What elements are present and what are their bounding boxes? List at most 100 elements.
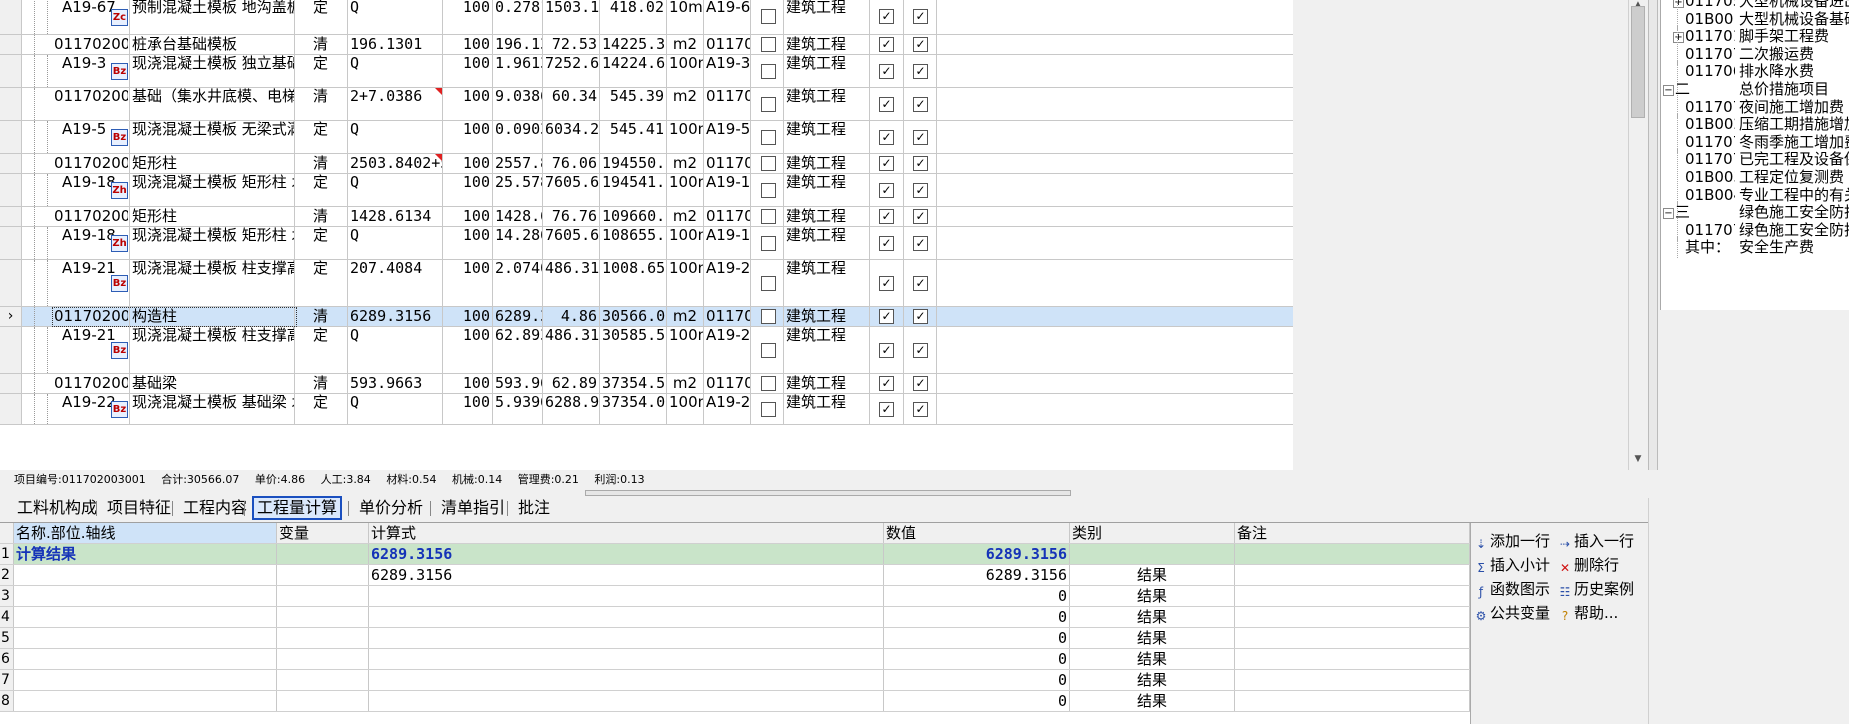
include-checkbox-checked[interactable]: ✓ (879, 309, 894, 324)
calc-cell-name[interactable] (14, 586, 277, 606)
include-checkbox-checked[interactable]: ✓ (879, 182, 894, 198)
calc-cell-cat[interactable]: 结果 (1070, 607, 1235, 627)
tool-help-button[interactable]: ? 帮助... (1558, 602, 1644, 624)
calc-row[interactable]: 6 0 结果 (0, 649, 1470, 670)
output-checkbox-checked[interactable]: ✓ (913, 275, 928, 291)
row-checkbox[interactable] (761, 37, 776, 52)
calc-cell-name[interactable] (14, 649, 277, 669)
tool-function-button[interactable]: ƒ 函数图示 (1474, 578, 1556, 600)
include-checkbox-checked[interactable]: ✓ (879, 129, 894, 145)
row-checkbox[interactable] (761, 96, 776, 112)
quota-item-row[interactable]: A19-3Bz现浇混凝土模板 独立基础 木模板木支撑定Q1001.9613725… (0, 55, 1293, 88)
quota-item-row[interactable]: A19-21Bz现浇混凝土模板 柱支撑高度超过3.6m 每超过1m 钢支撑定20… (0, 260, 1293, 307)
row-checkbox[interactable] (761, 209, 776, 224)
quota-item-row[interactable]: A19-21Bz现浇混凝土模板 柱支撑高度超过3.6m 每超过1m 钢支撑定Q1… (0, 327, 1293, 374)
quota-item-row[interactable]: A19-18Zh现浇混凝土模板 矩形柱 木模板 钢支撑定Q10025.57876… (0, 174, 1293, 207)
output-checkbox-checked[interactable]: ✓ (913, 37, 928, 52)
output-checkbox-checked[interactable]: ✓ (913, 156, 928, 171)
calc-cell-value[interactable]: 0 (884, 628, 1070, 648)
calc-cell-expr[interactable] (369, 607, 884, 627)
output-checkbox-checked[interactable]: ✓ (913, 309, 928, 324)
calc-cell-name[interactable] (14, 670, 277, 690)
tool-delete-row-button[interactable]: ✕ 删除行 (1558, 554, 1644, 576)
quantity-calc-grid[interactable]: 名称.部位.轴线 变量 计算式 数值 类别 备注 1 计算结果 6289.3156 6289.31… (0, 523, 1471, 724)
output-checkbox-checked[interactable]: ✓ (913, 209, 928, 224)
calc-result-row[interactable]: 1 计算结果 6289.3156 6289.3156 (0, 544, 1470, 565)
calc-cell-note[interactable] (1235, 607, 1470, 627)
calc-cell-name[interactable] (14, 628, 277, 648)
bill-item-row[interactable]: −011702001002基础（集水井底模、电梯井底模） 清 2+7.0386 100… (0, 88, 1293, 121)
row-checkbox[interactable] (761, 401, 776, 417)
quota-item-row[interactable]: A19-18Zh现浇混凝土模板 矩形柱 木模板 钢支撑定Q10014.28676… (0, 227, 1293, 260)
row-checkbox[interactable] (761, 275, 776, 291)
include-checkbox-checked[interactable]: ✓ (879, 376, 894, 391)
row-checkbox[interactable] (761, 376, 776, 391)
collapse-icon[interactable]: − (1663, 208, 1674, 220)
calc-cell-value[interactable]: 0 (884, 586, 1070, 606)
calc-cell-cat[interactable]: 结果 (1070, 586, 1235, 606)
output-checkbox-checked[interactable]: ✓ (913, 9, 928, 24)
include-checkbox-checked[interactable]: ✓ (879, 96, 894, 112)
calc-cell-note[interactable] (1235, 649, 1470, 669)
tool-add-row-button[interactable]: ⇣ 添加一行 (1474, 530, 1556, 552)
tab-4[interactable]: 单价分析 (356, 498, 426, 518)
calc-cell-expr[interactable] (369, 649, 884, 669)
include-checkbox-checked[interactable]: ✓ (879, 37, 894, 52)
calc-cell-name[interactable]: 计算结果 (14, 544, 277, 564)
tab-3[interactable]: 工程量计算 (252, 496, 343, 520)
calc-cell-cat[interactable]: 结果 (1070, 565, 1235, 585)
include-checkbox-checked[interactable]: ✓ (879, 342, 894, 358)
calc-cell-cat[interactable] (1070, 544, 1235, 564)
calc-cell-var[interactable] (277, 670, 369, 690)
row-checkbox[interactable] (761, 342, 776, 358)
scroll-thumb[interactable] (1631, 6, 1645, 118)
calc-cell-note[interactable] (1235, 586, 1470, 606)
bill-item-row[interactable]: −011702005001基础梁 清 593.9663 100 593.96 62.89 3… (0, 374, 1293, 394)
include-checkbox-checked[interactable]: ✓ (879, 9, 894, 24)
calc-cell-value[interactable]: 6289.3156 (884, 544, 1070, 564)
include-checkbox-checked[interactable]: ✓ (879, 401, 894, 417)
calc-row[interactable]: 7 0 结果 (0, 670, 1470, 691)
tool-variable-button[interactable]: ⚙ 公共变量 (1474, 602, 1556, 624)
output-checkbox-checked[interactable]: ✓ (913, 342, 928, 358)
output-checkbox-checked[interactable]: ✓ (913, 376, 928, 391)
collapse-icon[interactable]: − (1663, 85, 1674, 96)
calc-cell-value[interactable]: 0 (884, 649, 1070, 669)
calc-grid-scrollbar[interactable] (1648, 498, 1657, 724)
calc-cell-expr[interactable]: 6289.3156 (369, 565, 884, 585)
output-checkbox-checked[interactable]: ✓ (913, 235, 928, 251)
calc-cell-note[interactable] (1235, 691, 1470, 711)
calc-cell-cat[interactable]: 结果 (1070, 649, 1235, 669)
calc-cell-var[interactable] (277, 649, 369, 669)
quota-item-row[interactable]: A19-5Bz现浇混凝土模板 无梁式满堂基础 木模板定Q1000.0903603… (0, 121, 1293, 154)
include-checkbox-checked[interactable]: ✓ (879, 156, 894, 171)
row-checkbox[interactable] (761, 9, 776, 24)
row-checkbox[interactable] (761, 235, 776, 251)
calc-cell-expr[interactable]: 6289.3156 (369, 544, 884, 564)
calc-row[interactable]: 3 0 结果 (0, 586, 1470, 607)
include-checkbox-checked[interactable]: ✓ (879, 209, 894, 224)
output-checkbox-checked[interactable]: ✓ (913, 63, 928, 79)
tab-0[interactable]: 工料机构成 (14, 498, 100, 518)
bill-item-row[interactable]: −011702002001矩形柱 清 2503.8402+5 100 2557.8 76.… (0, 154, 1293, 174)
bill-item-row[interactable]: ›−011702003001构造柱 清 6289.3156 100 6289.3 4.86… (0, 307, 1293, 327)
output-checkbox-checked[interactable]: ✓ (913, 129, 928, 145)
calc-cell-value[interactable]: 0 (884, 607, 1070, 627)
tab-6[interactable]: 批注 (515, 498, 553, 518)
tab-1[interactable]: 项目特征 (104, 498, 174, 518)
calc-cell-name[interactable] (14, 565, 277, 585)
calc-cell-cat[interactable]: 结果 (1070, 628, 1235, 648)
calc-row[interactable]: 2 6289.3156 6289.3156 结果 (0, 565, 1470, 586)
calc-cell-var[interactable] (277, 628, 369, 648)
calc-cell-note[interactable] (1235, 565, 1470, 585)
calc-cell-name[interactable] (14, 607, 277, 627)
tab-5[interactable]: 清单指引 (438, 498, 508, 518)
calc-cell-note[interactable] (1235, 628, 1470, 648)
vertical-splitter[interactable] (1648, 0, 1658, 470)
tool-history-button[interactable]: ☷ 历史案例 (1558, 578, 1644, 600)
row-checkbox[interactable] (761, 182, 776, 198)
quota-item-row[interactable]: A19-22Bz现浇混凝土模板 基础梁 木模板 木支撑定Q1005.939662… (0, 394, 1293, 425)
calc-cell-expr[interactable] (369, 670, 884, 690)
row-checkbox[interactable] (761, 63, 776, 79)
row-checkbox[interactable] (761, 309, 776, 324)
